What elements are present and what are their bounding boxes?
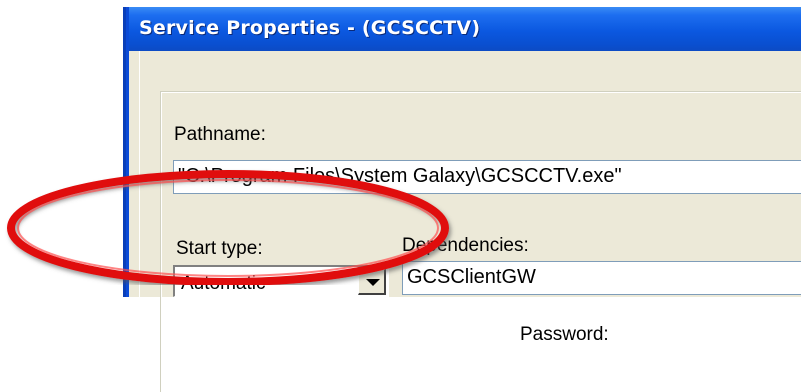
pathname-value: "C:\Program Files\System Galaxy\GCSCCTV.…: [178, 165, 622, 187]
pathname-label: Pathname:: [174, 124, 266, 145]
title-bar[interactable]: Service Properties - (GCSCCTV): [129, 7, 801, 51]
start-type-value: Automatic: [181, 273, 266, 294]
dependencies-field[interactable]: GCSClientGW: [402, 261, 801, 295]
start-type-dropdown[interactable]: Automatic: [173, 265, 389, 297]
service-properties-window: Service Properties - (GCSCCTV) Pathname:…: [126, 7, 801, 392]
dropdown-arrow-button[interactable]: [358, 269, 386, 295]
pathname-field[interactable]: "C:\Program Files\System Galaxy\GCSCCTV.…: [173, 160, 801, 194]
start-type-label: Start type:: [176, 238, 263, 259]
window-title: Service Properties - (GCSCCTV): [139, 17, 481, 39]
dependencies-label: Dependencies:: [402, 235, 529, 256]
password-label: Password:: [520, 324, 609, 345]
dialog-client-area: Pathname: "C:\Program Files\System Galax…: [139, 51, 801, 392]
